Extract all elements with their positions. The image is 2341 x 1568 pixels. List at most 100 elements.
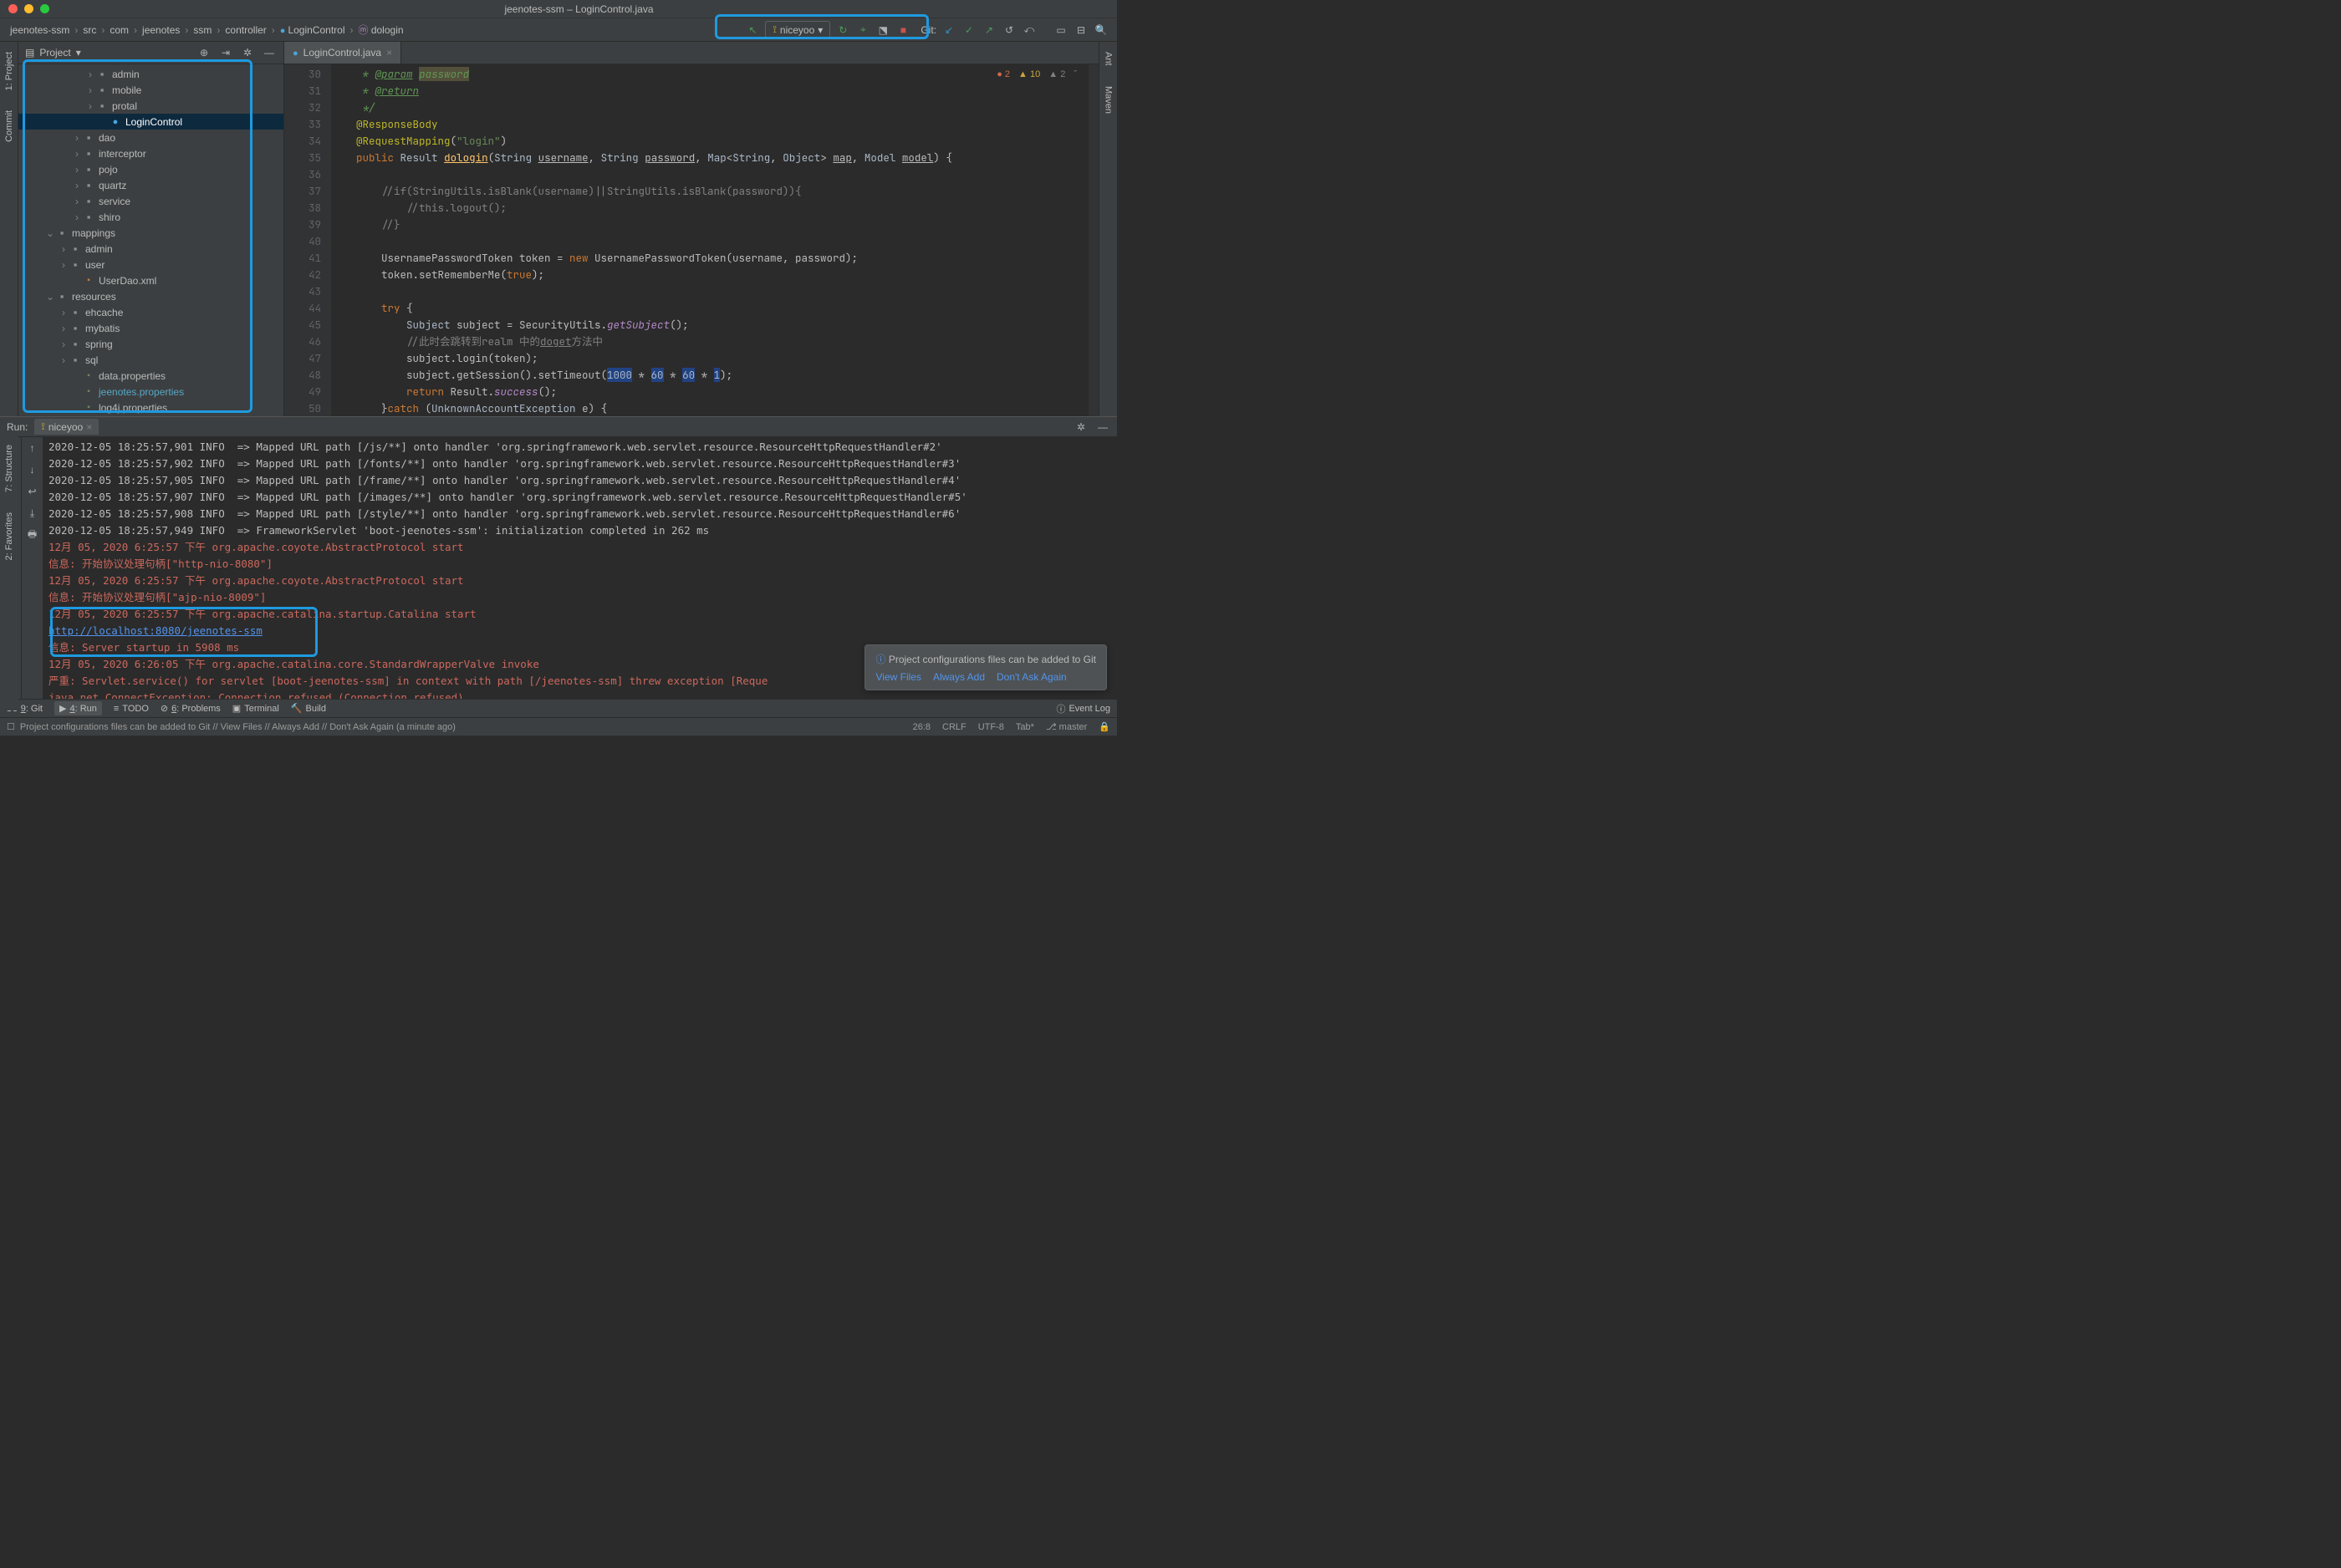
code-line[interactable] bbox=[331, 166, 1089, 183]
tree-item-resources[interactable]: ⌄resources bbox=[18, 288, 283, 304]
tree-item-jeenotes-properties[interactable]: jeenotes.properties bbox=[18, 384, 283, 400]
event-log-button[interactable]: ⓘ Event Log bbox=[1056, 702, 1110, 715]
tree-item-log4j-properties[interactable]: log4j.properties bbox=[18, 400, 283, 415]
line-separator[interactable]: CRLF bbox=[942, 722, 966, 732]
tree-item-dao[interactable]: ›dao bbox=[18, 130, 283, 145]
git-push-icon[interactable]: ↗ bbox=[982, 23, 997, 38]
tree-item-data-properties[interactable]: data.properties bbox=[18, 368, 283, 384]
code-line[interactable]: subject.getSession().setTimeout(1000 * 6… bbox=[331, 367, 1089, 384]
run-tab-niceyoo[interactable]: ⟟ niceyoo × bbox=[34, 419, 99, 435]
terminal-tool-button[interactable]: ▣ Terminal bbox=[232, 703, 279, 714]
debug-button[interactable]: ⌖ bbox=[855, 23, 870, 38]
history-icon[interactable]: ↺ bbox=[1002, 23, 1017, 38]
breadcrumb-item[interactable]: ⓜ dologin bbox=[356, 23, 405, 37]
tree-item-mappings[interactable]: ⌄mappings bbox=[18, 225, 283, 241]
gear-icon[interactable]: ✲ bbox=[1074, 420, 1089, 435]
tree-item-admin[interactable]: ›admin bbox=[18, 241, 283, 257]
code-line[interactable]: subject.login(token); bbox=[331, 350, 1089, 367]
dont-ask-again-link[interactable]: Don't Ask Again bbox=[997, 671, 1067, 683]
up-stacktrace-icon[interactable]: ↑ bbox=[25, 440, 40, 456]
code-line[interactable]: UsernamePasswordToken token = new Userna… bbox=[331, 250, 1089, 267]
error-stripe[interactable] bbox=[1089, 64, 1099, 416]
gear-icon[interactable]: ✲ bbox=[240, 45, 255, 60]
select-opened-file-icon[interactable]: ⊕ bbox=[196, 45, 212, 60]
close-tab-icon[interactable]: × bbox=[86, 421, 92, 433]
run-configuration-selector[interactable]: ⟟ niceyoo ▾ bbox=[765, 21, 830, 38]
tree-item-shiro[interactable]: ›shiro bbox=[18, 209, 283, 225]
minimize-window-button[interactable] bbox=[24, 4, 33, 13]
inspection-chevron[interactable]: ˇ bbox=[1074, 69, 1077, 79]
code-line[interactable]: try { bbox=[331, 300, 1089, 317]
structure-tool-button[interactable]: 7: Structure bbox=[4, 445, 14, 492]
run-tool-button[interactable]: ▶ 4: Run bbox=[54, 701, 102, 715]
ant-tool-button[interactable]: Ant bbox=[1104, 52, 1114, 66]
tree-item-quartz[interactable]: ›quartz bbox=[18, 177, 283, 193]
breadcrumb-item[interactable]: ssm bbox=[191, 24, 213, 36]
tree-item-userdao-xml[interactable]: UserDao.xml bbox=[18, 272, 283, 288]
breadcrumb-item[interactable]: LoginControl bbox=[278, 24, 347, 36]
run-button[interactable]: ↻ bbox=[835, 23, 850, 38]
code-line[interactable]: //if(StringUtils.isBlank(username)||Stri… bbox=[331, 183, 1089, 200]
view-files-link[interactable]: View Files bbox=[875, 671, 921, 683]
tree-item-ehcache[interactable]: ›ehcache bbox=[18, 304, 283, 320]
editor-tab-logincontrol[interactable]: LoginControl.java × bbox=[284, 42, 401, 64]
tree-item-mobile[interactable]: ›mobile bbox=[18, 82, 283, 98]
search-everywhere-icon[interactable]: 🔍 bbox=[1094, 23, 1109, 38]
file-encoding[interactable]: UTF-8 bbox=[978, 722, 1004, 732]
code-line[interactable]: return Result.success(); bbox=[331, 384, 1089, 400]
stop-button[interactable]: ■ bbox=[895, 23, 910, 38]
code-line[interactable]: public Result dologin(String username, S… bbox=[331, 150, 1089, 166]
tree-item-service[interactable]: ›service bbox=[18, 193, 283, 209]
code-line[interactable]: @RequestMapping("login") bbox=[331, 133, 1089, 150]
tree-item-interceptor[interactable]: ›interceptor bbox=[18, 145, 283, 161]
git-commit-icon[interactable]: ✓ bbox=[961, 23, 977, 38]
code-line[interactable]: //此时会跳转到realm 中的doget方法中 bbox=[331, 333, 1089, 350]
code-line[interactable]: * @return bbox=[331, 83, 1089, 99]
hide-panel-icon[interactable]: — bbox=[262, 45, 277, 60]
softwrap-icon[interactable]: ↩ bbox=[25, 484, 40, 499]
find-in-files-icon[interactable]: ⊟ bbox=[1074, 23, 1089, 38]
indent-setting[interactable]: Tab* bbox=[1016, 722, 1034, 732]
problems-tool-button[interactable]: ⊘ 6: Problems bbox=[161, 703, 221, 714]
maven-tool-button[interactable]: Maven bbox=[1104, 86, 1114, 114]
cursor-position[interactable]: 26:8 bbox=[913, 722, 931, 732]
tree-item-admin[interactable]: ›admin bbox=[18, 66, 283, 82]
code-line[interactable] bbox=[331, 233, 1089, 250]
project-tool-button[interactable]: 1: Project bbox=[4, 52, 14, 90]
coverage-button[interactable]: ⬔ bbox=[875, 23, 890, 38]
breadcrumb-item[interactable]: controller bbox=[223, 24, 268, 36]
chevron-down-icon[interactable]: ▾ bbox=[76, 47, 81, 59]
code-line[interactable]: * @param password bbox=[331, 66, 1089, 83]
editor-inspection-status[interactable]: ● 2 ▲ 10 ▲ 2 ˇ bbox=[997, 69, 1077, 79]
breadcrumb-item[interactable]: jeenotes-ssm bbox=[8, 24, 71, 36]
code-line[interactable]: //} bbox=[331, 216, 1089, 233]
always-add-link[interactable]: Always Add bbox=[933, 671, 985, 683]
build-tool-button[interactable]: 🔨 Build bbox=[291, 703, 326, 714]
git-pull-icon[interactable]: ↙ bbox=[941, 23, 956, 38]
project-tree[interactable]: ›admin›mobile›protalLoginControl›dao›int… bbox=[18, 64, 283, 416]
tree-item-mybatis[interactable]: ›mybatis bbox=[18, 320, 283, 336]
hammer-icon[interactable]: ↖ bbox=[745, 23, 760, 38]
code-line[interactable]: */ bbox=[331, 99, 1089, 116]
hide-panel-icon[interactable]: — bbox=[1095, 420, 1110, 435]
favorites-tool-button[interactable]: 2: Favorites bbox=[4, 512, 14, 560]
commit-tool-button[interactable]: Commit bbox=[4, 110, 14, 142]
code-line[interactable] bbox=[331, 283, 1089, 300]
maximize-window-button[interactable] bbox=[40, 4, 49, 13]
code-editor[interactable]: 3031323334353637383940414243444546474849… bbox=[284, 64, 1099, 416]
presentation-icon[interactable]: ▭ bbox=[1053, 23, 1068, 38]
lock-icon[interactable]: 🔒 bbox=[1099, 721, 1110, 732]
code-line[interactable]: token.setRememberMe(true); bbox=[331, 267, 1089, 283]
close-tab-icon[interactable]: × bbox=[386, 47, 392, 59]
todo-tool-button[interactable]: ≡ TODO bbox=[114, 704, 149, 714]
tree-item-protal[interactable]: ›protal bbox=[18, 98, 283, 114]
scroll-to-end-icon[interactable]: ⤓ bbox=[25, 506, 40, 521]
git-branch[interactable]: ⎇ master bbox=[1046, 721, 1087, 732]
tree-item-logincontrol[interactable]: LoginControl bbox=[18, 114, 283, 130]
tree-item-user[interactable]: ›user bbox=[18, 257, 283, 272]
rollback-icon[interactable]: ⤺ bbox=[1022, 23, 1037, 38]
tree-item-spring[interactable]: ›spring bbox=[18, 336, 283, 352]
tree-item-sql[interactable]: ›sql bbox=[18, 352, 283, 368]
expand-all-icon[interactable]: ⇥ bbox=[218, 45, 233, 60]
code-line[interactable]: Subject subject = SecurityUtils.getSubje… bbox=[331, 317, 1089, 333]
